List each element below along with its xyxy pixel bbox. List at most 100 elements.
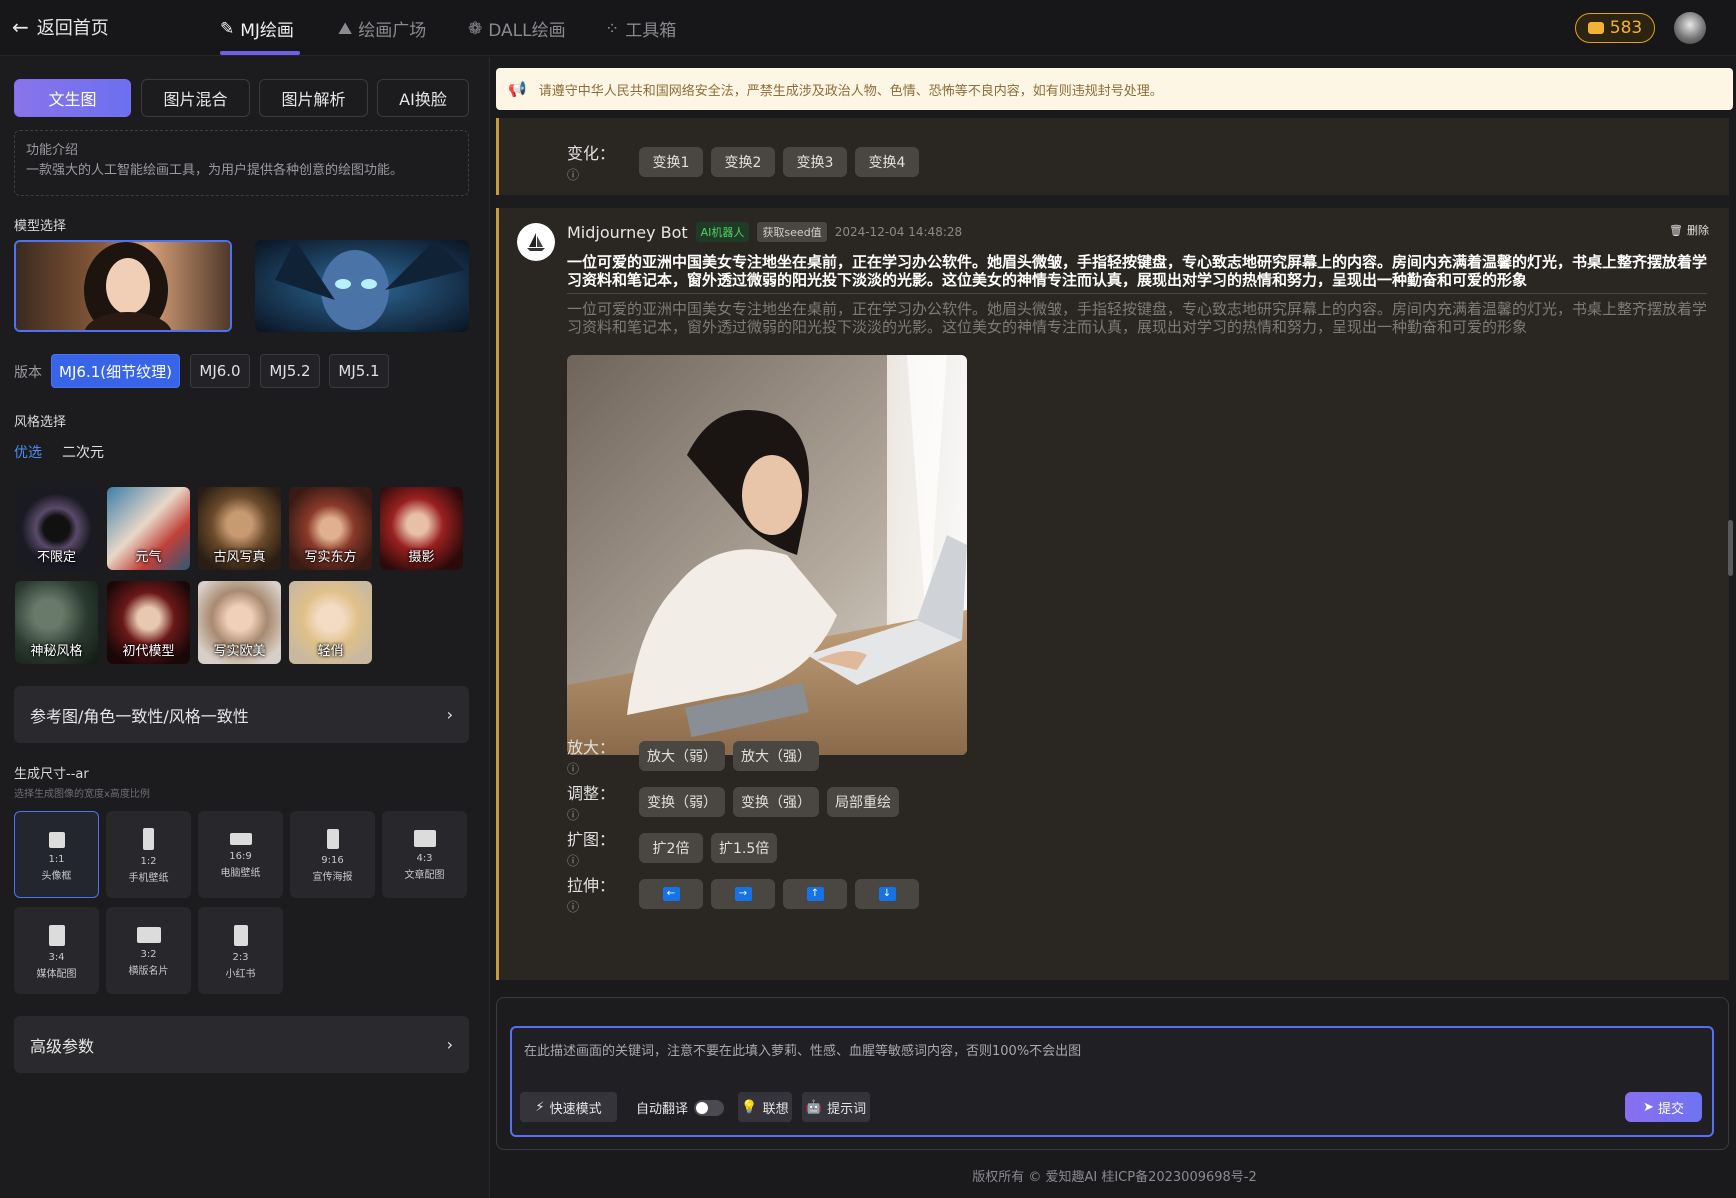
ratio-name: 横版名片 (128, 966, 169, 977)
ai-bot-badge: AI机器人 (695, 222, 750, 242)
mode-tab-describe[interactable]: 图片解析 (259, 79, 368, 117)
ratio-value: 9:16 (321, 855, 344, 866)
delete-button[interactable]: 🗑 删除 (1669, 222, 1709, 238)
version-mj60[interactable]: MJ6.0 (190, 354, 250, 388)
style-label: 轻俏 (317, 644, 344, 659)
style-ancient[interactable]: 古风写真 (198, 487, 281, 570)
ratio-value: 1:2 (140, 856, 157, 867)
aspect-3-4[interactable]: 3:4 媒体配图 (14, 907, 99, 994)
message-timestamp: 2024-12-04 14:48:28 (834, 225, 963, 239)
credits-badge[interactable]: 583 (1575, 13, 1655, 43)
aspect-1-2[interactable]: 1:2 手机壁纸 (106, 811, 191, 898)
pan-up-button[interactable]: ↑ (783, 878, 847, 909)
style-tab-featured[interactable]: 优选 (14, 442, 42, 462)
version-mj51[interactable]: MJ5.1 (329, 354, 389, 388)
advanced-params-panel[interactable]: 高级参数 › (14, 1016, 469, 1073)
zoom-1-5x-button[interactable]: 扩1.5倍 (711, 832, 778, 863)
info-icon: ⓘ (567, 808, 580, 822)
style-realistic-west[interactable]: 写实欧美 (198, 581, 281, 664)
ratio-value: 16:9 (229, 851, 252, 862)
upscale-weak-button[interactable]: 放大（弱） (639, 740, 725, 771)
bot-name: Midjourney Bot (567, 222, 688, 242)
megaphone-icon: 📢 (508, 80, 527, 98)
aspect-1-1[interactable]: 1:1 头像框 (14, 811, 99, 898)
fast-mode-button[interactable]: ⚡ 快速模式 (520, 1092, 617, 1122)
aspect-9-16[interactable]: 9:16 宣传海报 (290, 811, 375, 898)
footer: 版权所有 © 爱知趣AI 桂ICP备2023009698号-2 (972, 1170, 1257, 1185)
ratio-shape (48, 925, 65, 946)
back-home-button[interactable]: ← 返回首页 (12, 14, 109, 40)
auto-translate: 自动翻译 (636, 1098, 725, 1117)
variation-2-button[interactable]: 变换2 (711, 146, 775, 177)
variation-3-button[interactable]: 变换3 (783, 146, 847, 177)
style-classic-model[interactable]: 初代模型 (107, 581, 190, 664)
variation-4-button[interactable]: 变换4 (855, 146, 919, 177)
associate-button[interactable]: 💡 联想 (738, 1092, 792, 1122)
pan-down-button[interactable]: ↓ (855, 878, 919, 909)
top-bar: ← 返回首页 ✎ MJ绘画 ⛰ 绘画广场 ❁ DALL绘画 ⁘ 工具箱 583 (0, 0, 1736, 56)
model-card-realistic[interactable] (14, 240, 232, 332)
tab-label: MJ绘画 (240, 21, 294, 41)
style-genki[interactable]: 元气 (107, 487, 190, 570)
aspect-4-3[interactable]: 4:3 文章配图 (382, 811, 467, 898)
associate-label: 联想 (762, 1101, 789, 1117)
reference-consistency-panel[interactable]: 参考图/角色一致性/风格一致性 › (14, 686, 469, 743)
style-label: 初代模型 (122, 644, 175, 659)
ratio-shape (143, 828, 154, 850)
ratio-shape (413, 830, 436, 847)
model-card-anime[interactable] (255, 240, 469, 332)
style-tab-anime[interactable]: 二次元 (62, 442, 104, 462)
aspect-16-9[interactable]: 16:9 电脑壁纸 (198, 811, 283, 898)
style-unrestricted[interactable]: 不限定 (15, 487, 98, 570)
ratio-value: 3:4 (48, 952, 65, 963)
mode-tab-text-to-image[interactable]: 文生图 (14, 79, 131, 117)
generated-image[interactable] (567, 355, 967, 755)
auto-translate-toggle[interactable] (694, 1099, 725, 1116)
arrow-left-icon: ← (12, 15, 29, 39)
style-realistic-east[interactable]: 写实东方 (289, 487, 372, 570)
arrow-up-icon: ↑ (806, 886, 824, 901)
mode-tab-faceswap[interactable]: AI换脸 (377, 79, 469, 117)
vary-strong-button[interactable]: 变换（强） (733, 786, 819, 817)
style-label: 写实东方 (304, 550, 357, 565)
prompt-words-button[interactable]: 🤖 提示词 (802, 1092, 870, 1122)
chat-scrollbar[interactable] (1728, 520, 1733, 576)
variation-1-button[interactable]: 变换1 (639, 146, 703, 177)
ratio-shape (326, 829, 339, 849)
submit-button[interactable]: ➤ 提交 (1625, 1092, 1702, 1122)
pan-left-button[interactable]: ← (639, 878, 703, 909)
credits-count: 583 (1609, 18, 1643, 38)
style-mysterious[interactable]: 神秘风格 (15, 581, 98, 664)
version-mj61[interactable]: MJ6.1(细节纹理) (51, 354, 180, 388)
prompt-input[interactable]: 在此描述画面的关键词，注意不要在此填入萝莉、性感、血腥等敏感词内容，否则100%… (524, 1040, 1081, 1059)
tab-mj-painting[interactable]: ✎ MJ绘画 (220, 16, 294, 42)
upscale-strong-button[interactable]: 放大（强） (733, 740, 819, 771)
prompt-input-box[interactable]: 在此描述画面的关键词，注意不要在此填入萝莉、性感、血腥等敏感词内容，否则100%… (510, 1026, 1714, 1137)
pan-row: 拉伸： ⓘ ← → ↑ ↓ (567, 872, 919, 915)
aspect-3-2[interactable]: 3:2 横版名片 (106, 907, 191, 994)
tab-gallery[interactable]: ⛰ 绘画广场 (338, 16, 427, 42)
tab-label: 绘画广场 (358, 21, 427, 41)
vary-weak-button[interactable]: 变换（弱） (639, 786, 725, 817)
mode-tab-blend[interactable]: 图片混合 (141, 79, 250, 117)
info-icon: ⓘ (567, 854, 580, 868)
version-mj52[interactable]: MJ5.2 (260, 354, 320, 388)
pan-right-button[interactable]: → (711, 878, 775, 909)
style-label: 摄影 (408, 550, 435, 565)
message-divider (496, 195, 1729, 208)
bulb-icon: 💡 (741, 1099, 758, 1115)
aspect-2-3[interactable]: 2:3 小红书 (198, 907, 283, 994)
sidebar: 文生图 图片混合 图片解析 AI换脸 功能介绍 一款强大的人工智能绘画工具，为用… (0, 57, 490, 1198)
tab-toolbox[interactable]: ⁘ 工具箱 (605, 16, 676, 42)
version-label: 版本 (14, 365, 42, 381)
style-photography[interactable]: 摄影 (380, 487, 463, 570)
ratio-shape (229, 833, 252, 845)
style-light[interactable]: 轻俏 (289, 581, 372, 664)
inpaint-button[interactable]: 局部重绘 (827, 786, 899, 817)
tab-dall[interactable]: ❁ DALL绘画 (468, 16, 566, 42)
style-label: 神秘风格 (30, 644, 83, 659)
zoom-2x-button[interactable]: 扩2倍 (639, 832, 703, 863)
user-avatar[interactable] (1674, 12, 1706, 44)
openai-icon: ❁ (468, 18, 483, 39)
get-seed-button[interactable]: 获取seed值 (757, 222, 827, 242)
